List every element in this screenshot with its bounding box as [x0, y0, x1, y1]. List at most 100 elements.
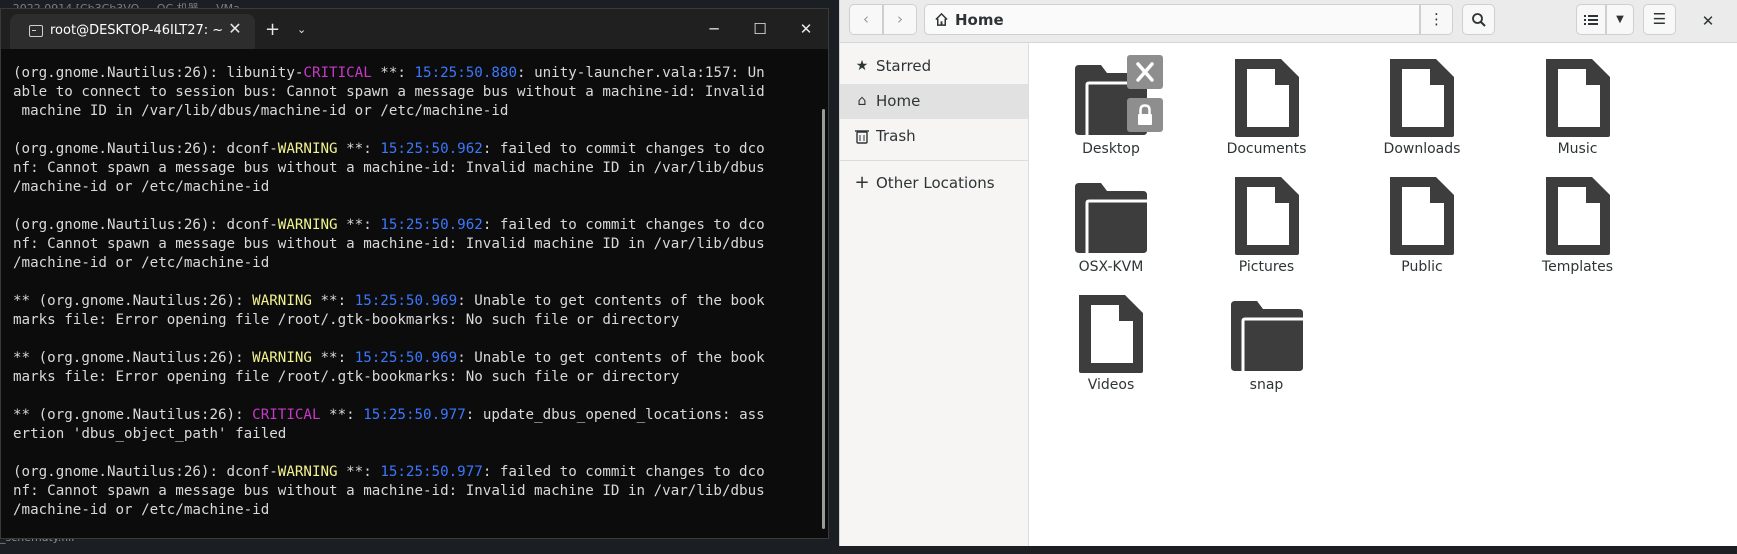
log-text: ** (org.gnome.Nautilus:26): — [13, 350, 253, 366]
log-text: marks file: Error opening file /root/.gt… — [13, 312, 680, 328]
sidebar-item-label: Trash — [876, 127, 916, 145]
file-item[interactable]: Downloads — [1352, 45, 1492, 157]
log-timestamp: 15:25:50.962 — [380, 141, 483, 157]
path-menu-button[interactable]: ⋮ — [1420, 4, 1453, 35]
home-icon — [935, 12, 948, 26]
file-item[interactable]: Documents — [1197, 45, 1337, 157]
file-item[interactable]: Public — [1352, 163, 1492, 275]
log-level: WARNING — [277, 464, 338, 480]
files-headerbar: ‹ › Home ⋮ ▼ ☰ ✕ — [840, 0, 1737, 43]
folder-item[interactable]: Desktop — [1041, 45, 1181, 157]
places-sidebar: ★ Starred ⌂ Home Trash + Other Locations — [840, 43, 1029, 546]
close-window-button[interactable]: ✕ — [1696, 9, 1720, 33]
terminal-icon — [29, 25, 43, 37]
star-icon: ★ — [855, 58, 869, 74]
log-line: ** (org.gnome.Nautilus:26): WARNING **: … — [13, 349, 828, 368]
log-text: : unity-launcher.vala:157: Un — [516, 65, 765, 81]
log-line: (org.gnome.Nautilus:26): dconf-WARNING *… — [13, 216, 828, 235]
log-text: ** (org.gnome.Nautilus:26): — [13, 407, 253, 423]
view-options-button[interactable]: ▼ — [1606, 4, 1634, 35]
log-text: : failed to commit changes to dco — [482, 141, 765, 157]
log-text: nf: Cannot spawn a message bus without a… — [13, 236, 765, 252]
log-line: nf: Cannot spawn a message bus without a… — [13, 159, 828, 178]
forward-button[interactable]: › — [883, 4, 917, 35]
log-text: (org.gnome.Nautilus:26): dconf- — [13, 141, 278, 157]
log-text: ** (org.gnome.Nautilus:26): — [13, 293, 253, 309]
log-line: nf: Cannot spawn a message bus without a… — [13, 482, 828, 501]
folder-icon — [1229, 291, 1305, 375]
sidebar-item-label: Starred — [876, 57, 932, 75]
log-text: (org.gnome.Nautilus:26): dconf- — [13, 464, 278, 480]
log-level: WARNING — [277, 141, 338, 157]
file-icon — [1229, 173, 1305, 257]
log-entry: (org.gnome.Nautilus:26): dconf-WARNING *… — [13, 463, 828, 520]
log-line: (org.gnome.Nautilus:26): dconf-WARNING *… — [13, 463, 828, 482]
log-line: (org.gnome.Nautilus:26): dconf-WARNING *… — [13, 140, 828, 159]
terminal-output[interactable]: (org.gnome.Nautilus:26): libunity-CRITIC… — [1, 49, 828, 538]
log-text: **: — [371, 65, 415, 81]
log-line: machine ID in /var/lib/dbus/machine-id o… — [13, 102, 828, 121]
log-level: CRITICAL — [252, 407, 321, 423]
log-entry: (org.gnome.Nautilus:26): dconf-WARNING *… — [13, 140, 828, 197]
item-label: Videos — [1087, 377, 1135, 393]
folder-item[interactable]: snap — [1197, 281, 1337, 393]
log-timestamp: 15:25:50.962 — [380, 217, 483, 233]
unwritable-emblem-icon — [1127, 55, 1163, 89]
log-entry: ** (org.gnome.Nautilus:26): CRITICAL **:… — [13, 406, 828, 444]
log-timestamp: 15:25:50.880 — [414, 65, 517, 81]
back-button[interactable]: ‹ — [849, 4, 883, 35]
sidebar-item-label: Home — [876, 92, 921, 110]
new-tab-button[interactable]: + — [265, 21, 280, 39]
sidebar-item-starred[interactable]: ★ Starred — [840, 49, 1028, 84]
file-item[interactable]: Videos — [1041, 281, 1181, 393]
sidebar-item-trash[interactable]: Trash — [840, 119, 1028, 154]
log-text: marks file: Error opening file /root/.gt… — [13, 369, 680, 385]
log-text: **: — [337, 141, 381, 157]
tab-dropdown-button[interactable]: ⌄ — [297, 23, 306, 36]
file-item[interactable]: Pictures — [1197, 163, 1337, 275]
log-text: nf: Cannot spawn a message bus without a… — [13, 483, 765, 499]
file-icon — [1540, 173, 1616, 257]
sidebar-item-other-locations[interactable]: + Other Locations — [840, 166, 1028, 201]
list-view-icon — [1584, 14, 1598, 25]
log-line: ** (org.gnome.Nautilus:26): WARNING **: … — [13, 292, 828, 311]
item-label: Templates — [1541, 259, 1614, 275]
trash-icon — [854, 128, 870, 144]
log-text: : failed to commit changes to dco — [482, 217, 765, 233]
log-level: WARNING — [277, 217, 338, 233]
log-entry: (org.gnome.Nautilus:26): dconf-WARNING *… — [13, 216, 828, 273]
log-text: machine ID in /var/lib/dbus/machine-id o… — [13, 103, 509, 119]
file-item[interactable]: Music — [1508, 45, 1648, 157]
search-button[interactable] — [1462, 4, 1495, 35]
files-window: ‹ › Home ⋮ ▼ ☰ ✕ ★ Starred ⌂ Home Trash … — [839, 0, 1737, 546]
minimize-button[interactable]: ─ — [699, 19, 729, 39]
item-label: Public — [1401, 259, 1443, 275]
lock-emblem-icon — [1127, 98, 1163, 132]
close-tab-icon[interactable]: ✕ — [225, 19, 245, 39]
sidebar-item-label: Other Locations — [876, 174, 995, 192]
sidebar-item-home[interactable]: ⌂ Home — [840, 84, 1028, 119]
folder-item[interactable]: OSX-KVM — [1041, 163, 1181, 275]
sidebar-divider — [840, 160, 1028, 161]
log-text: : Unable to get contents of the book — [457, 350, 765, 366]
path-bar[interactable]: Home — [924, 4, 1420, 35]
log-text: able to connect to session bus: Cannot s… — [13, 84, 765, 100]
terminal-scrollbar[interactable] — [822, 109, 825, 529]
log-line: /machine-id or /etc/machine-id — [13, 178, 828, 197]
main-menu-button[interactable]: ☰ — [1643, 4, 1676, 35]
log-line: ertion 'dbus_object_path' failed — [13, 425, 828, 444]
list-view-button[interactable] — [1576, 4, 1606, 35]
log-text: ertion 'dbus_object_path' failed — [13, 426, 287, 442]
log-entry: (org.gnome.Nautilus:26): libunity-CRITIC… — [13, 64, 828, 121]
terminal-tab[interactable]: root@DESKTOP-46ILT27: ~ ✕ — [10, 14, 255, 49]
log-level: WARNING — [252, 350, 312, 366]
item-label: Documents — [1226, 141, 1307, 157]
log-text: /machine-id or /etc/machine-id — [13, 179, 270, 195]
item-label: OSX-KVM — [1078, 259, 1144, 275]
close-window-button[interactable]: ✕ — [791, 19, 821, 39]
log-entry: ** (org.gnome.Nautilus:26): WARNING **: … — [13, 292, 828, 330]
terminal-window: root@DESKTOP-46ILT27: ~ ✕ + ⌄ ─ ☐ ✕ (org… — [0, 8, 829, 539]
file-item[interactable]: Templates — [1508, 163, 1648, 275]
maximize-button[interactable]: ☐ — [745, 19, 775, 39]
log-text: **: — [337, 217, 381, 233]
